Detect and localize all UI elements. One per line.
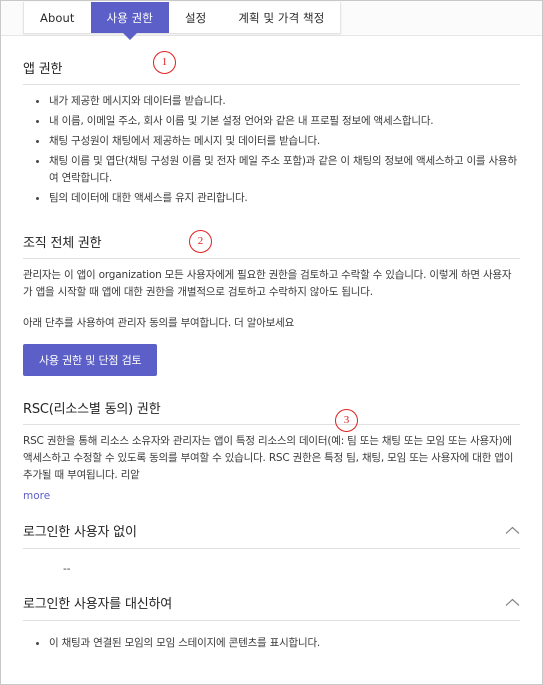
tab-settings-label: 설정 (185, 10, 207, 25)
annotation-marker-3: 3 (335, 409, 358, 432)
annotation-marker-2: 2 (189, 230, 212, 253)
annotation-marker-1: 1 (153, 51, 176, 74)
tab-settings[interactable]: 설정 (169, 2, 222, 33)
list-item: 내가 제공한 메시지와 데이터를 받습니다. (36, 93, 520, 110)
accordion-no-signed-in-user-title: 로그인한 사용자 없이 (23, 525, 137, 540)
accordion-on-behalf-of-user-body: 이 채팅과 연결된 모임의 모임 스테이지에 콘텐츠를 표시합니다. (23, 621, 520, 652)
accordion-on-behalf-of-user: 로그인한 사용자를 대신하여 이 채팅과 연결된 모임의 모임 스테이지에 콘텐… (23, 593, 520, 652)
org-permissions-description: 관리자는 이 앱이 organization 모든 사용자에게 필요한 권한을 … (23, 269, 512, 298)
tab-about[interactable]: About (24, 2, 91, 33)
accordion-no-signed-in-user-header[interactable]: 로그인한 사용자 없이 (23, 521, 520, 548)
list-item: 팀의 데이터에 대한 액세스를 유지 관리합니다. (36, 190, 520, 207)
section-app-permissions: 앱 권한 내가 제공한 메시지와 데이터를 받습니다. 내 이름, 이메일 주소… (23, 36, 520, 207)
rsc-permissions-description: RSC 권한을 통해 리소스 소유자와 관리자는 앱이 특정 리소스의 데이터(… (23, 435, 514, 481)
list-item: 이 채팅과 연결된 모임의 모임 스테이지에 콘텐츠를 표시합니다. (36, 635, 520, 652)
app-permissions-list: 내가 제공한 메시지와 데이터를 받습니다. 내 이름, 이메일 주소, 회사 … (23, 93, 520, 207)
accordion-on-behalf-of-user-list: 이 채팅과 연결된 모임의 모임 스테이지에 콘텐츠를 표시합니다. (23, 635, 520, 652)
rsc-permissions-divider (23, 424, 520, 425)
accordion-on-behalf-of-user-header[interactable]: 로그인한 사용자를 대신하여 (23, 593, 520, 620)
app-permissions-title: 앱 권한 (23, 62, 63, 77)
rsc-permissions-title: RSC(리소스별 동의) 권한 (23, 402, 161, 417)
accordion-no-signed-in-user-body: -- (23, 549, 520, 575)
permissions-panel: About 사용 권한 설정 계획 및 가격 책정 앱 권한 내가 제공한 메시… (0, 0, 543, 685)
rsc-more-link[interactable]: more (23, 490, 50, 502)
section-org-permissions: 조직 전체 권한 관리자는 이 앱이 organization 모든 사용자에게… (23, 210, 520, 376)
org-permissions-divider (23, 258, 520, 259)
accordion-no-signed-in-user: 로그인한 사용자 없이 -- (23, 521, 520, 575)
tab-permissions-label: 사용 권한 (106, 10, 153, 25)
org-permissions-title: 조직 전체 권한 (23, 236, 102, 251)
tab-plans-pricing[interactable]: 계획 및 가격 책정 (222, 2, 340, 33)
org-permissions-header: 조직 전체 권한 (23, 210, 520, 259)
list-item: 채팅 구성원이 채팅에서 제공하는 메시지 및 데이터를 받습니다. (36, 133, 520, 150)
tab-bar: About 사용 권한 설정 계획 및 가격 책정 (23, 2, 342, 40)
app-permissions-header: 앱 권한 (23, 36, 520, 85)
accordion-no-signed-in-user-placeholder: -- (63, 563, 71, 575)
chevron-up-icon[interactable] (505, 526, 520, 535)
app-permissions-divider (23, 84, 520, 85)
content-area: 앱 권한 내가 제공한 메시지와 데이터를 받습니다. 내 이름, 이메일 주소… (1, 36, 542, 652)
list-item: 채팅 이름 및 엽단(채팅 구성원 이름 및 전자 메일 주소 포함)과 같은 … (36, 153, 520, 187)
tab-plans-pricing-label: 계획 및 가격 책정 (238, 10, 325, 25)
org-permissions-consent-text: 아래 단추를 사용하여 관리자 동의를 부여합니다. 더 알아보세요 (23, 317, 295, 329)
list-item: 내 이름, 이메일 주소, 회사 이름 및 기본 설정 언어와 같은 내 프로필… (36, 113, 520, 130)
tab-permissions[interactable]: 사용 권한 (90, 2, 169, 40)
accordion-on-behalf-of-user-title: 로그인한 사용자를 대신하여 (23, 597, 172, 612)
tab-about-label: About (40, 10, 75, 25)
rsc-permissions-header: RSC(리소스별 동의) 권한 (23, 376, 520, 425)
chevron-up-icon[interactable] (505, 598, 520, 607)
tab-bar-region: About 사용 권한 설정 계획 및 가격 책정 (1, 1, 542, 40)
section-rsc-permissions: RSC(리소스별 동의) 권한 RSC 권한을 통해 리소스 소유자와 관리자는… (23, 376, 520, 503)
review-permissions-button[interactable]: 사용 권한 및 단점 검토 (23, 344, 158, 376)
